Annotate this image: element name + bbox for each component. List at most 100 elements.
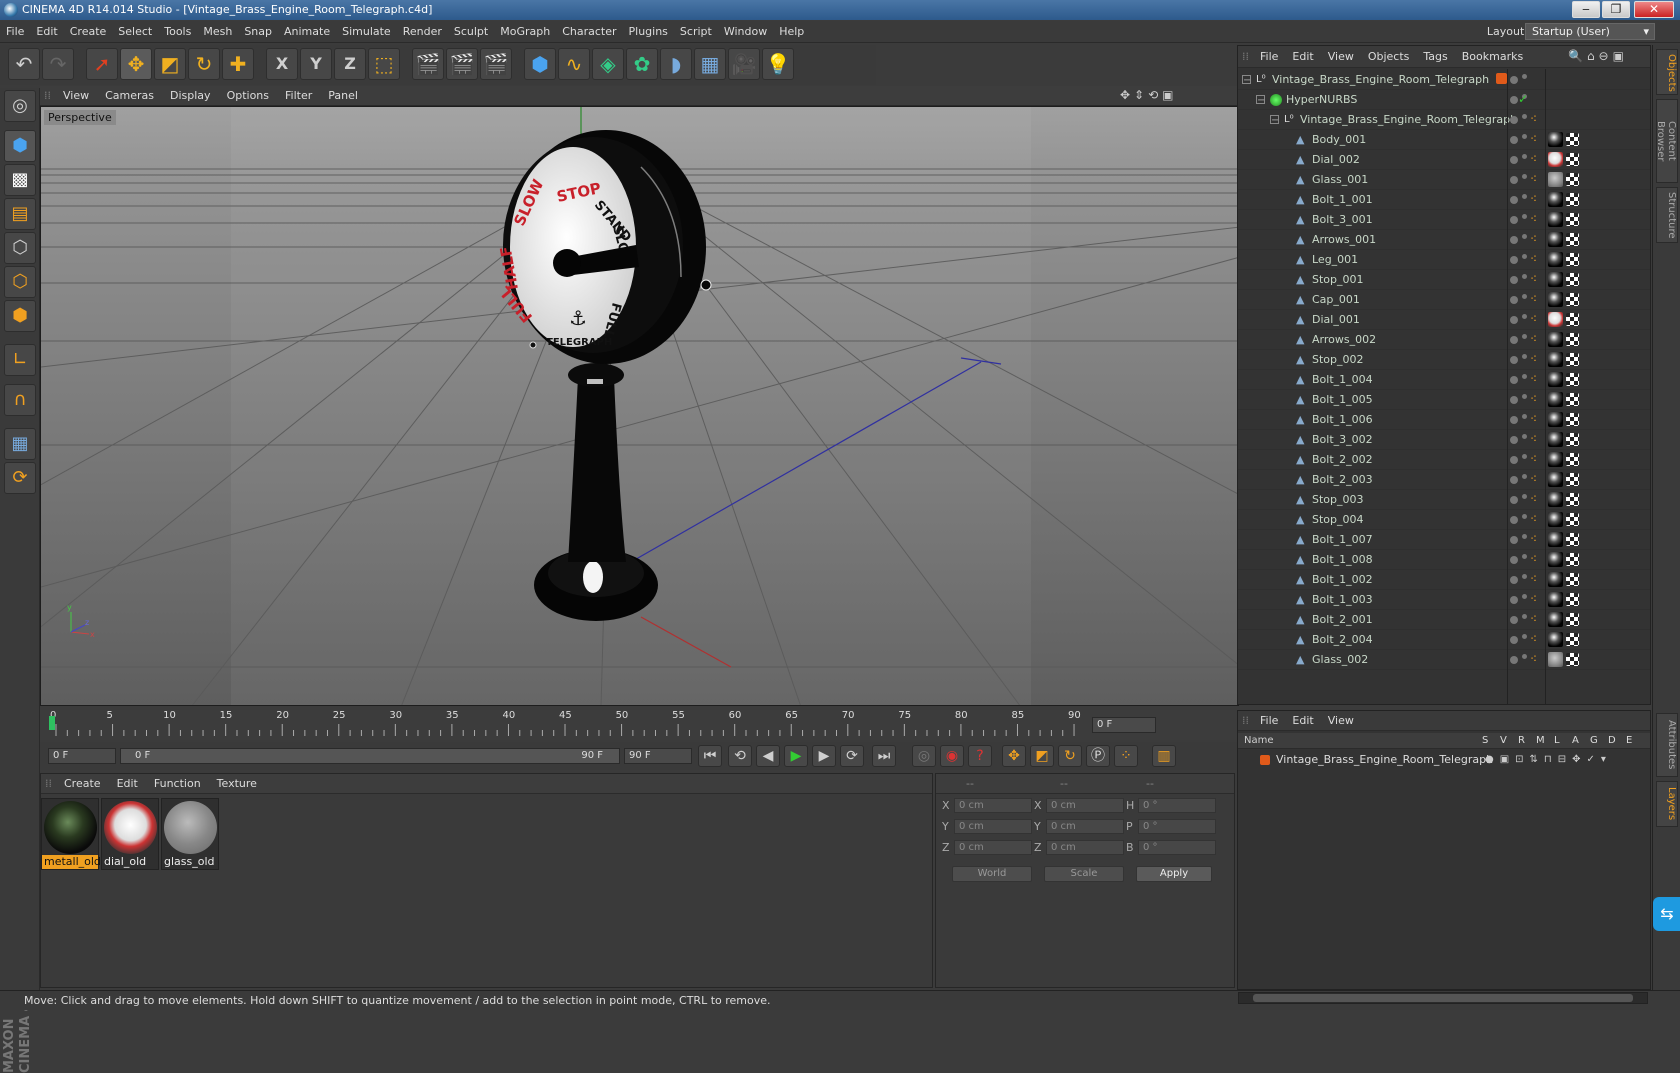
object-row[interactable]: ▲ Bolt_1_003 ⁖ [1238, 590, 1650, 610]
layer-column-d[interactable]: D [1608, 733, 1616, 749]
editor-visibility-dot[interactable] [1510, 456, 1518, 464]
editor-visibility-dot[interactable] [1510, 316, 1518, 324]
goto-start-icon[interactable]: ⏮ [698, 745, 722, 767]
object-row[interactable]: ▲ Stop_001 ⁖ [1238, 270, 1650, 290]
render-visibility-dot[interactable] [1522, 114, 1527, 119]
render-visibility-dot[interactable] [1522, 74, 1527, 79]
material-swatch[interactable]: metall_old [41, 798, 101, 870]
material-tag-icon[interactable] [1548, 492, 1563, 507]
phong-tag-icon[interactable]: ⁖ [1530, 532, 1545, 547]
render-visibility-dot[interactable] [1522, 394, 1527, 399]
uvw-tag-icon[interactable] [1566, 633, 1579, 646]
editor-visibility-dot[interactable] [1510, 96, 1518, 104]
layer-column-s[interactable]: S [1482, 733, 1488, 749]
uvw-tag-icon[interactable] [1566, 233, 1579, 246]
editor-visibility-dot[interactable] [1510, 396, 1518, 404]
viewport-menu-view[interactable]: View [55, 86, 97, 106]
render-visibility-dot[interactable] [1522, 274, 1527, 279]
cloner-icon[interactable]: ✿ [626, 48, 658, 80]
object-menu-tags[interactable]: Tags [1416, 46, 1454, 68]
horizontal-scrollbar[interactable] [1238, 992, 1648, 1004]
menu-script[interactable]: Script [674, 21, 718, 43]
render-view-icon[interactable]: 🎬 [412, 48, 444, 80]
object-row[interactable]: ▲ Bolt_1_007 ⁖ [1238, 530, 1650, 550]
editor-visibility-dot[interactable] [1510, 76, 1518, 84]
viewport-menu-options[interactable]: Options [219, 86, 277, 106]
viewport-nav-icons[interactable]: ✥⇕⟲▣ [1120, 88, 1178, 102]
tab-content-browser[interactable]: Content Browser [1655, 99, 1678, 183]
maximize-button[interactable]: ❐ [1602, 1, 1630, 18]
uvw-tag-icon[interactable] [1566, 253, 1579, 266]
phong-tag-icon[interactable]: ⁖ [1530, 152, 1545, 167]
phong-tag-icon[interactable]: ⁖ [1530, 212, 1545, 227]
uvw-tag-icon[interactable] [1566, 373, 1579, 386]
edges-mode-icon[interactable]: ⬡ [4, 266, 36, 298]
menu-render[interactable]: Render [397, 21, 448, 43]
playhead[interactable] [49, 716, 55, 730]
object-menu-edit[interactable]: Edit [1285, 46, 1320, 68]
object-menu-file[interactable]: File [1253, 46, 1285, 68]
tab-objects[interactable]: Objects [1656, 49, 1678, 95]
material-tag-icon[interactable] [1548, 352, 1563, 367]
editor-visibility-dot[interactable] [1510, 156, 1518, 164]
goto-end-icon[interactable]: ⏭ [872, 745, 896, 767]
object-row[interactable]: ▲ Leg_001 ⁖ [1238, 250, 1650, 270]
object-row[interactable]: ▲ Dial_001 ⁖ [1238, 310, 1650, 330]
x-axis-lock-icon[interactable]: X [266, 48, 298, 80]
material-tag-icon[interactable] [1548, 432, 1563, 447]
material-tag-icon[interactable] [1548, 132, 1563, 147]
record-keys-icon[interactable]: ◎ [912, 745, 936, 767]
deformer-icon[interactable]: ◗ [660, 48, 692, 80]
material-tag-icon[interactable] [1548, 552, 1563, 567]
object-row[interactable]: ▲ Stop_004 ⁖ [1238, 510, 1650, 530]
uvw-tag-icon[interactable] [1566, 173, 1579, 186]
editor-visibility-dot[interactable] [1510, 236, 1518, 244]
uvw-tag-icon[interactable] [1566, 353, 1579, 366]
material-tag-icon[interactable] [1548, 372, 1563, 387]
scale-tool-icon[interactable]: ◩ [154, 48, 186, 80]
layer-column-l[interactable]: L [1554, 733, 1560, 749]
object-row[interactable]: − L⁰ Vintage_Brass_Engine_Room_Telegraph ⁖ [1238, 110, 1650, 130]
coord-value-field[interactable]: 0 cm [1046, 819, 1124, 834]
render-visibility-dot[interactable] [1522, 494, 1527, 499]
editor-visibility-dot[interactable] [1510, 556, 1518, 564]
phong-tag-icon[interactable]: ⁖ [1530, 632, 1545, 647]
layer-column-r[interactable]: R [1518, 733, 1525, 749]
scrollbar-thumb[interactable] [1253, 994, 1633, 1002]
spline-pen-icon[interactable]: ∿ [558, 48, 590, 80]
editor-visibility-dot[interactable] [1510, 576, 1518, 584]
phong-tag-icon[interactable]: ⁖ [1530, 492, 1545, 507]
object-row[interactable]: ▲ Dial_002 ⁖ [1238, 150, 1650, 170]
editor-visibility-dot[interactable] [1510, 516, 1518, 524]
coord-value-field[interactable]: 0 cm [954, 840, 1032, 855]
render-visibility-dot[interactable] [1522, 594, 1527, 599]
object-search-icons[interactable]: 🔍⌂⊖▣ [1568, 49, 1628, 63]
phong-tag-icon[interactable]: ⁖ [1530, 472, 1545, 487]
next-frame-icon[interactable]: ▶ [812, 745, 836, 767]
uvw-tag-icon[interactable] [1566, 153, 1579, 166]
redo-icon[interactable]: ↷ [42, 48, 74, 80]
object-row[interactable]: ▲ Cap_001 ⁖ [1238, 290, 1650, 310]
live-selection-icon[interactable]: ➚ [86, 48, 118, 80]
nurbs-generator-icon[interactable]: ◈ [592, 48, 624, 80]
object-row[interactable]: ▲ Bolt_1_006 ⁖ [1238, 410, 1650, 430]
editor-visibility-dot[interactable] [1510, 296, 1518, 304]
minimize-button[interactable]: ‒ [1572, 1, 1600, 18]
render-visibility-dot[interactable] [1522, 134, 1527, 139]
tab-attributes[interactable]: Attributes [1656, 713, 1678, 777]
editor-visibility-dot[interactable] [1510, 276, 1518, 284]
material-tag-icon[interactable] [1548, 592, 1563, 607]
menu-create[interactable]: Create [64, 21, 113, 43]
menu-plugins[interactable]: Plugins [623, 21, 674, 43]
editor-visibility-dot[interactable] [1510, 376, 1518, 384]
object-row[interactable]: ▲ Glass_002 ⁖ [1238, 650, 1650, 670]
editor-visibility-dot[interactable] [1510, 196, 1518, 204]
menu-simulate[interactable]: Simulate [336, 21, 397, 43]
uvw-tag-icon[interactable] [1566, 433, 1579, 446]
uvw-tag-icon[interactable] [1566, 493, 1579, 506]
object-row[interactable]: ▲ Bolt_3_002 ⁖ [1238, 430, 1650, 450]
world-dropdown[interactable]: World [952, 866, 1032, 882]
prev-frame-icon[interactable]: ◀ [756, 745, 780, 767]
layer-column-m[interactable]: M [1536, 733, 1545, 749]
uvw-tag-icon[interactable] [1566, 573, 1579, 586]
